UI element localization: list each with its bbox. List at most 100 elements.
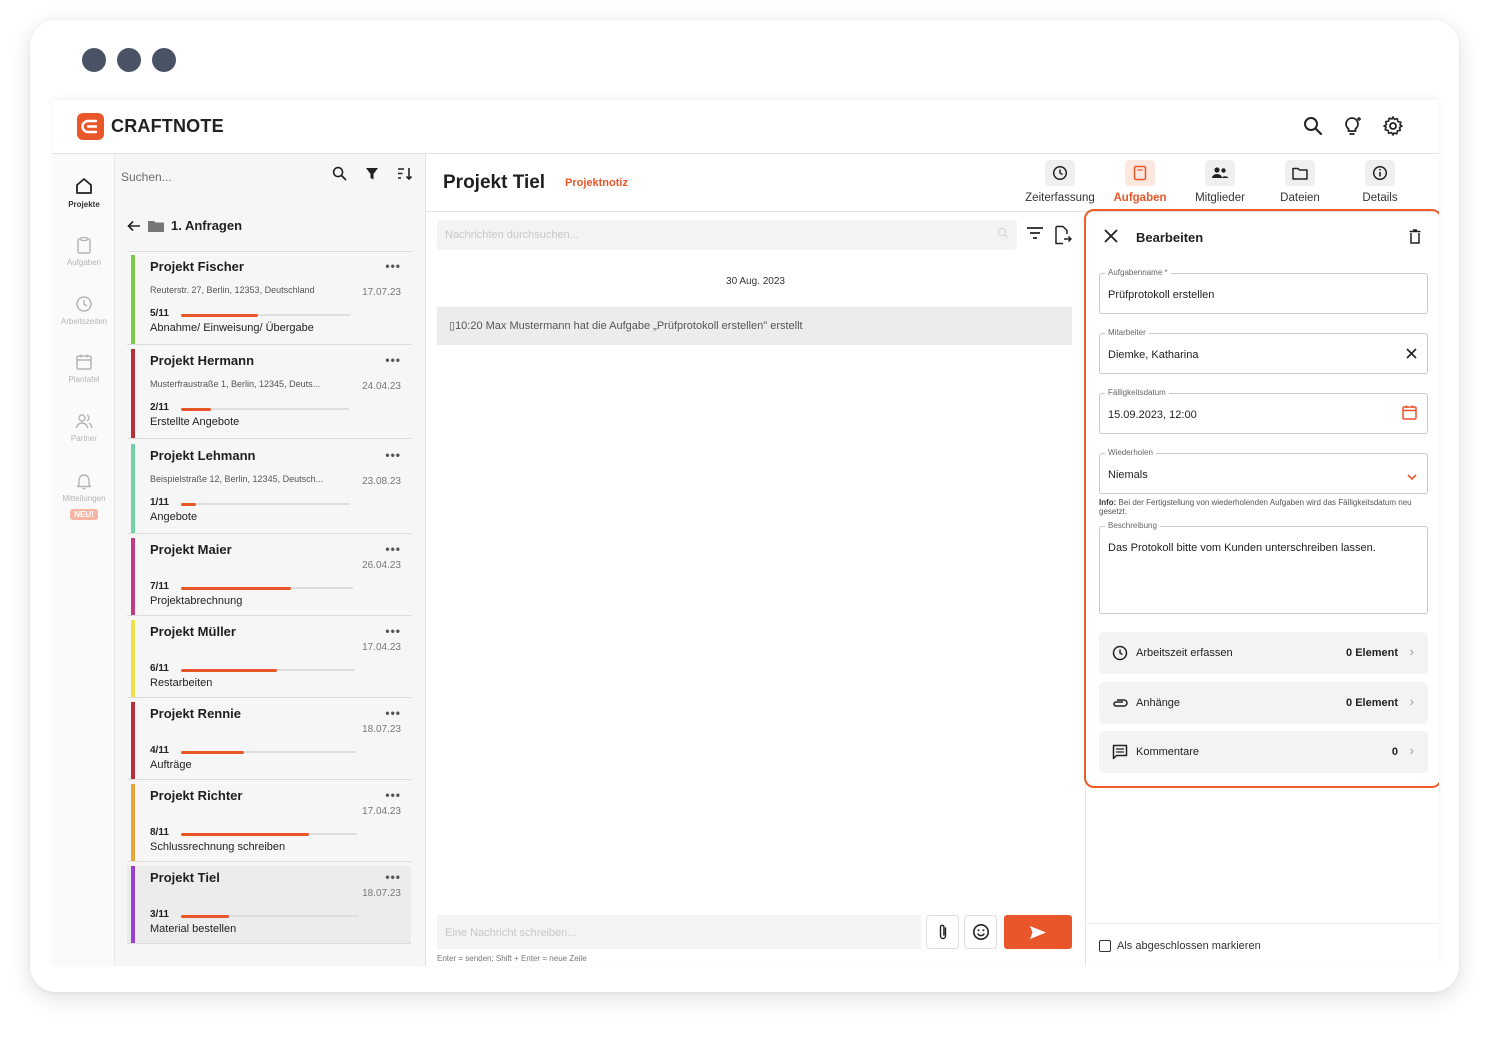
- rail-label: Projekte: [68, 200, 100, 209]
- sort-icon[interactable]: [397, 166, 413, 186]
- export-file-icon[interactable]: [1054, 225, 1073, 250]
- delete-icon[interactable]: [1409, 229, 1421, 249]
- calendar-icon[interactable]: [1402, 405, 1417, 425]
- more-options-icon[interactable]: •••: [385, 542, 401, 556]
- project-color-bar: [131, 784, 135, 862]
- project-search-input[interactable]: Suchen...: [121, 170, 172, 184]
- emoji-button[interactable]: [964, 915, 997, 949]
- gear-icon[interactable]: [1381, 114, 1405, 138]
- progress-fill: [181, 407, 212, 411]
- project-name: Projekt Hermann: [150, 353, 255, 368]
- rail-item-mitteilungen[interactable]: Mitteilungen NEU!: [53, 472, 115, 520]
- tab-details[interactable]: Details: [1340, 160, 1420, 204]
- lightbulb-icon[interactable]: [1341, 114, 1365, 138]
- rail-item-aufgaben[interactable]: Aufgaben: [53, 236, 115, 267]
- message-search-input[interactable]: Nachrichten durchsuchen...: [437, 220, 1017, 250]
- project-note-tag[interactable]: Projektnotiz: [565, 177, 628, 189]
- more-options-icon[interactable]: •••: [385, 259, 401, 273]
- more-options-icon[interactable]: •••: [385, 624, 401, 638]
- project-card[interactable]: Projekt Richter ••• 17.04.23 8/11 Schlussrec…: [127, 784, 411, 862]
- project-card[interactable]: Projekt Hermann ••• Musterfraustraße 1, Be…: [127, 349, 411, 439]
- project-card[interactable]: Projekt Fischer ••• Reuterstr. 27, Berlin,…: [127, 255, 411, 345]
- info-label: Info:: [1099, 498, 1117, 507]
- folder-breadcrumb[interactable]: 1. Anfragen: [127, 218, 242, 233]
- send-button[interactable]: [1004, 915, 1072, 949]
- comment-icon: [1112, 744, 1128, 765]
- attachments-row[interactable]: Anhänge 0 Element ›: [1099, 682, 1428, 724]
- folder-icon: [1285, 160, 1315, 186]
- field-label: Fälligkeitsdatum: [1105, 388, 1169, 397]
- rail-item-projekte[interactable]: Projekte: [53, 176, 115, 209]
- search-icon[interactable]: [997, 227, 1009, 242]
- search-icon[interactable]: [1301, 114, 1325, 138]
- logo[interactable]: CRAFTNOTE: [77, 113, 224, 140]
- progress-bar: [181, 502, 350, 506]
- task-count: 3/11: [150, 909, 169, 920]
- task-count: 1/11: [150, 497, 169, 508]
- tab-dateien[interactable]: Dateien: [1260, 160, 1340, 204]
- filter-icon[interactable]: [365, 166, 379, 186]
- project-card[interactable]: Projekt Müller ••• 17.04.23 6/11 Restarbeite…: [127, 620, 411, 698]
- message-composer-input[interactable]: Eine Nachricht schreiben...: [437, 915, 921, 949]
- progress-bar: [181, 313, 351, 317]
- divider: [127, 861, 411, 862]
- mark-complete-label: Als abgeschlossen markieren: [1117, 940, 1261, 952]
- field-value: Prüfprotokoll erstellen: [1108, 289, 1215, 301]
- row-label: Anhänge: [1136, 697, 1181, 709]
- project-color-bar: [131, 866, 135, 944]
- chat-filter-icon[interactable]: [1026, 225, 1044, 250]
- due-date-field[interactable]: Fälligkeitsdatum 15.09.2023, 12:00: [1099, 388, 1428, 434]
- panel-title: Bearbeiten: [1136, 230, 1204, 245]
- close-icon[interactable]: [1104, 229, 1118, 246]
- project-card[interactable]: Projekt Maier ••• 26.04.23 7/11 Projektabrec…: [127, 538, 411, 616]
- repeat-select[interactable]: Wiederholen Niemals: [1099, 448, 1428, 494]
- comments-row[interactable]: Kommentare 0 ›: [1099, 731, 1428, 773]
- chevron-right-icon: ›: [1409, 644, 1414, 659]
- mark-complete-checkbox[interactable]: Als abgeschlossen markieren: [1099, 940, 1261, 952]
- clear-icon[interactable]: [1406, 346, 1417, 364]
- checkbox[interactable]: [1099, 940, 1111, 952]
- chevron-down-icon[interactable]: [1407, 468, 1417, 486]
- project-tabs: Zeiterfassung Aufgaben Mitglieder Dateie…: [1020, 160, 1420, 204]
- project-card[interactable]: Projekt Lehmann ••• Beispielstraße 12, Ber…: [127, 444, 411, 534]
- task-count: 2/11: [150, 402, 169, 413]
- attach-button[interactable]: [926, 915, 959, 949]
- more-options-icon[interactable]: •••: [385, 870, 401, 884]
- task-name-field[interactable]: Aufgabenname * Prüfprotokoll erstellen: [1099, 268, 1428, 314]
- new-badge: NEU!: [70, 509, 98, 520]
- back-arrow-icon[interactable]: [127, 220, 141, 232]
- rail-item-partner[interactable]: Partner: [53, 412, 115, 443]
- log-work-time-row[interactable]: Arbeitszeit erfassen 0 Element ›: [1099, 632, 1428, 674]
- more-options-icon[interactable]: •••: [385, 448, 401, 462]
- divider: [1085, 923, 1439, 924]
- rail-item-arbeitszeiten[interactable]: Arbeitszeiten: [53, 295, 115, 326]
- more-options-icon[interactable]: •••: [385, 788, 401, 802]
- task-count: 8/11: [150, 827, 169, 838]
- window-dot[interactable]: [117, 48, 141, 72]
- project-color-bar: [131, 255, 135, 345]
- rail-label: Arbeitszeiten: [60, 317, 108, 326]
- tab-aufgaben[interactable]: Aufgaben: [1100, 160, 1180, 204]
- more-options-icon[interactable]: •••: [385, 353, 401, 367]
- project-header: Projekt Tiel Projektnotiz Zeiterfassung …: [426, 154, 1439, 212]
- project-card[interactable]: Projekt Rennie ••• 18.07.23 4/11 Aufträge: [127, 702, 411, 780]
- tab-zeiterfassung[interactable]: Zeiterfassung: [1020, 160, 1100, 204]
- bell-icon: [76, 474, 92, 490]
- field-value: 15.09.2023, 12:00: [1108, 409, 1197, 421]
- field-label: Beschreibung: [1105, 521, 1160, 530]
- search-icon[interactable]: [332, 166, 347, 186]
- calendar-icon: [76, 354, 92, 370]
- project-card[interactable]: Projekt Tiel ••• 18.07.23 3/11 Material best…: [127, 866, 411, 944]
- window-dot[interactable]: [82, 48, 106, 72]
- divider: [127, 344, 411, 345]
- window-dot[interactable]: [152, 48, 176, 72]
- rail-item-plantafel[interactable]: Plantafel: [53, 353, 115, 384]
- project-date: 17.07.23: [362, 287, 401, 298]
- divider: [127, 533, 411, 534]
- tab-mitglieder[interactable]: Mitglieder: [1180, 160, 1260, 204]
- members-icon: [1205, 160, 1235, 186]
- progress-fill: [181, 502, 197, 506]
- more-options-icon[interactable]: •••: [385, 706, 401, 720]
- description-field[interactable]: Beschreibung Das Protokoll bitte vom Kun…: [1099, 521, 1428, 614]
- assignee-field[interactable]: Mitarbeiter Diemke, Katharina: [1099, 328, 1428, 374]
